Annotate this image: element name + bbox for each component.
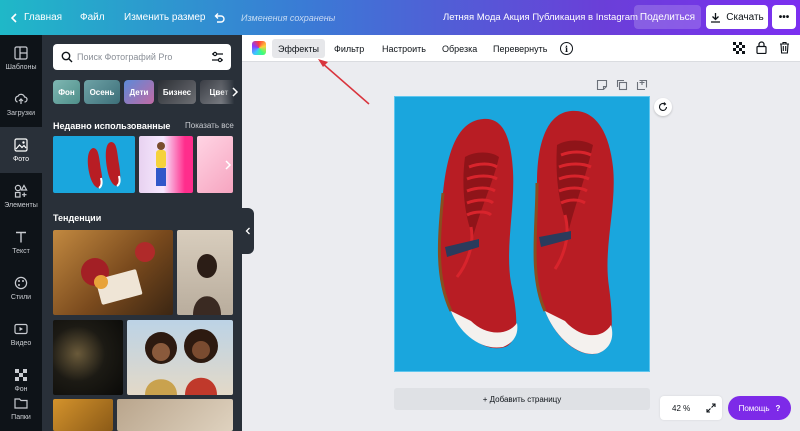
search-box[interactable] <box>53 44 231 70</box>
trend-photo-dark[interactable] <box>53 320 123 395</box>
category-chips: Фон Осень Дети Бизнес Цвет <box>53 80 242 104</box>
chip-background[interactable]: Фон <box>53 80 80 104</box>
left-rail: Шаблоны Загрузки Фото Элементы Текст Сти… <box>0 35 42 431</box>
rail-label: Шаблоны <box>5 63 37 71</box>
refresh-icon <box>658 102 668 111</box>
lock-icon[interactable] <box>756 41 767 54</box>
design-canvas[interactable] <box>394 96 650 372</box>
chip-autumn[interactable]: Осень <box>84 80 120 104</box>
recent-photo-fashion[interactable] <box>139 136 193 193</box>
saved-status: Изменения сохранены <box>241 12 336 23</box>
portrait-thumbnail <box>193 254 221 315</box>
video-icon <box>14 323 28 334</box>
top-bar: Главная Файл Изменить размер Изменения с… <box>0 0 800 35</box>
photo-icon <box>14 137 28 152</box>
chip-kids[interactable]: Дети <box>124 80 154 104</box>
rail-item-text[interactable]: Текст <box>0 219 42 265</box>
home-label: Главная <box>24 12 63 23</box>
duplicate-icon[interactable] <box>616 79 628 91</box>
note-icon[interactable] <box>596 79 608 91</box>
crop-button[interactable]: Обрезка <box>436 39 483 58</box>
trend-photo-portrait[interactable] <box>177 230 233 315</box>
recent-photo-sneakers[interactable] <box>53 136 135 193</box>
zoom-level: 42 % <box>672 403 691 413</box>
rail-item-elements[interactable]: Элементы <box>0 173 42 219</box>
more-button[interactable]: ••• <box>772 5 796 29</box>
flip-button[interactable]: Перевернуть <box>487 39 553 58</box>
rail-item-styles[interactable]: Стили <box>0 265 42 311</box>
friends-thumbnail <box>145 329 218 395</box>
rail-label: Элементы <box>4 201 38 209</box>
folder-icon <box>14 397 28 409</box>
recent-title: Недавно использованные <box>53 121 171 131</box>
rail-label: Папки <box>11 413 31 421</box>
effects-button[interactable]: Эффекты <box>272 39 325 58</box>
rail-item-photos[interactable]: Фото <box>0 127 42 173</box>
rail-item-folders[interactable]: Папки <box>0 385 42 431</box>
sneakers-photo <box>437 110 614 355</box>
adjust-button[interactable]: Настроить <box>376 39 432 58</box>
trend-photo-hands[interactable] <box>117 399 233 431</box>
info-icon[interactable]: i <box>560 42 573 55</box>
help-label: Помощь <box>738 403 770 413</box>
templates-icon <box>14 45 28 60</box>
home-link[interactable]: Главная <box>10 0 62 35</box>
color-swatch-icon[interactable] <box>252 41 266 55</box>
rail-label: Загрузки <box>6 109 36 117</box>
help-question-icon: ? <box>775 403 781 413</box>
add-page-icon[interactable] <box>636 79 648 91</box>
rail-label: Видео <box>10 339 32 347</box>
download-button[interactable]: Скачать <box>706 5 768 29</box>
zoom-control[interactable]: 42 % <box>660 396 722 420</box>
search-input[interactable] <box>77 52 207 62</box>
transparency-icon[interactable] <box>733 42 745 54</box>
search-icon <box>61 51 73 63</box>
download-label: Скачать <box>726 11 764 23</box>
chevron-right-icon[interactable] <box>231 87 239 97</box>
collapse-panel-button[interactable] <box>242 208 254 254</box>
elements-icon <box>14 183 28 198</box>
sneakers-thumbnail <box>87 142 121 189</box>
help-button[interactable]: Помощь ? <box>728 396 791 420</box>
photos-panel: Фон Осень Дети Бизнес Цвет Недавно испол… <box>42 35 242 431</box>
rail-label: Фото <box>12 155 30 163</box>
trend-photo-leaves[interactable] <box>53 399 113 431</box>
text-icon <box>16 231 26 242</box>
desk-thumbnail <box>81 242 155 305</box>
filter-button[interactable]: Фильтр <box>328 39 370 58</box>
rail-item-video[interactable]: Видео <box>0 311 42 357</box>
rail-item-templates[interactable]: Шаблоны <box>0 35 42 81</box>
file-label: Файл <box>80 12 105 23</box>
expand-icon[interactable] <box>706 403 716 413</box>
undo-icon <box>214 12 225 23</box>
share-button[interactable]: Поделиться <box>634 5 701 29</box>
refresh-button[interactable] <box>654 98 672 116</box>
add-page-button[interactable]: + Добавить страницу <box>394 388 650 410</box>
filter-sliders-icon[interactable] <box>211 51 224 63</box>
trend-photo-friends[interactable] <box>127 320 233 395</box>
chevron-right-icon[interactable] <box>224 160 232 170</box>
undo-button[interactable] <box>213 0 225 35</box>
upload-icon <box>14 93 28 104</box>
document-title[interactable]: Летняя Мода Акция Публикация в Instagram <box>443 0 638 35</box>
resize-label: Изменить размер <box>124 12 206 23</box>
chevron-left-icon <box>245 227 250 235</box>
chevron-left-icon <box>10 12 17 23</box>
resize-menu[interactable]: Изменить размер <box>124 0 205 35</box>
trends-title: Тенденции <box>53 213 102 223</box>
fashion-thumbnail <box>156 142 166 186</box>
download-icon <box>711 12 721 23</box>
trash-icon[interactable] <box>779 41 790 54</box>
styles-icon <box>14 276 28 289</box>
rail-label: Стили <box>10 293 32 301</box>
trend-photo-desk[interactable] <box>53 230 173 315</box>
background-icon <box>15 368 27 381</box>
image-toolbar: Эффекты Фильтр Настроить Обрезка Перевер… <box>242 35 800 62</box>
file-menu[interactable]: Файл <box>80 0 105 35</box>
rail-label: Текст <box>12 247 30 255</box>
rail-item-uploads[interactable]: Загрузки <box>0 81 42 127</box>
show-all-link[interactable]: Показать все <box>185 121 234 130</box>
chip-business[interactable]: Бизнес <box>158 80 196 104</box>
